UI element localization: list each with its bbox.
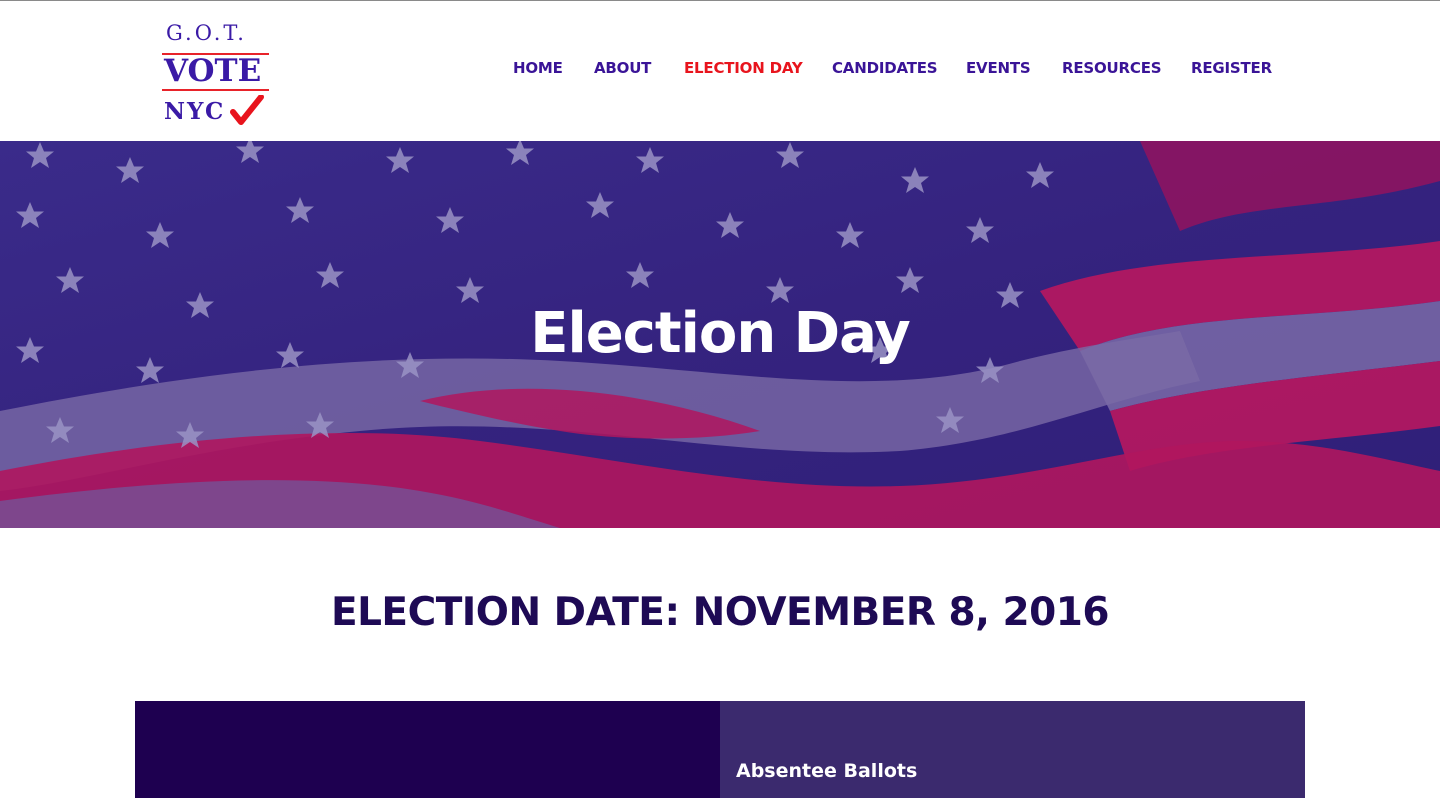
logo-divider (162, 89, 269, 91)
checkmark-icon (230, 95, 264, 125)
nav-events[interactable]: EVENTS (966, 59, 1031, 77)
page-title: Election Day (530, 301, 910, 366)
site-header: G.O.T. VOTE NYC HOME ABOUT ELECTION DAY … (0, 0, 1440, 141)
nav-about[interactable]: ABOUT (594, 59, 651, 77)
hero-banner: Election Day (0, 141, 1440, 528)
nav-resources[interactable]: RESOURCES (1062, 59, 1162, 77)
logo-line-got: G.O.T. (166, 21, 247, 45)
info-panel-absentee[interactable]: Absentee Ballots (720, 701, 1305, 798)
logo-line-nyc: NYC (164, 98, 226, 125)
nav-candidates[interactable]: CANDIDATES (832, 59, 938, 77)
main-nav: HOME ABOUT ELECTION DAY CANDIDATES EVENT… (0, 59, 1440, 83)
info-panel-left (135, 701, 720, 798)
election-date-heading: ELECTION DATE: NOVEMBER 8, 2016 (330, 590, 1110, 635)
nav-register[interactable]: REGISTER (1191, 59, 1272, 77)
page: G.O.T. VOTE NYC HOME ABOUT ELECTION DAY … (0, 0, 1440, 798)
nav-home[interactable]: HOME (513, 59, 563, 77)
panel-title-absentee: Absentee Ballots (736, 760, 918, 782)
nav-election-day[interactable]: ELECTION DAY (684, 59, 803, 77)
